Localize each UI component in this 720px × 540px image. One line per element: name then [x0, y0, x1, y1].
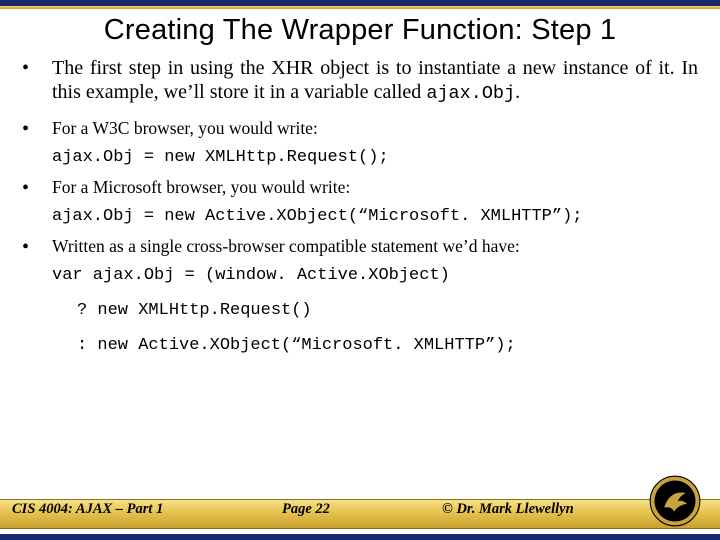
bullet-3-text: For a Microsoft browser, you would write…	[52, 177, 698, 199]
ucf-pegasus-logo-icon	[648, 474, 702, 528]
bullet-1-code: ajax.Obj	[426, 83, 515, 104]
bullet-marker: •	[22, 57, 52, 104]
bullet-2: • For a W3C browser, you would write:	[22, 118, 698, 140]
footer: CIS 4004: AJAX – Part 1 Page 22 © Dr. Ma…	[0, 492, 720, 528]
footer-left: CIS 4004: AJAX – Part 1	[12, 501, 163, 518]
bullet-4: • Written as a single cross-browser comp…	[22, 236, 698, 258]
footer-page: Page 22	[282, 501, 330, 518]
footer-right: © Dr. Mark Llewellyn	[442, 501, 574, 518]
bullet-1-post: .	[515, 81, 520, 103]
bullet-1-pre: The first step in using the XHR object i…	[52, 57, 698, 103]
bullet-marker: •	[22, 177, 52, 199]
accent-bar-top	[0, 6, 720, 9]
bullet-3: • For a Microsoft browser, you would wri…	[22, 177, 698, 199]
bullet-2-text: For a W3C browser, you would write:	[52, 118, 698, 140]
bullet-1-text: The first step in using the XHR object i…	[52, 57, 698, 104]
code-4a: var ajax.Obj = (window. Active.XObject)	[52, 266, 698, 285]
bullet-marker: •	[22, 118, 52, 140]
slide: Creating The Wrapper Function: Step 1 • …	[0, 0, 720, 540]
code-3: ajax.Obj = new Active.XObject(“Microsoft…	[52, 207, 698, 226]
slide-title: Creating The Wrapper Function: Step 1	[0, 14, 720, 47]
bullet-1: • The first step in using the XHR object…	[22, 57, 698, 104]
bullet-4-text: Written as a single cross-browser compat…	[52, 236, 698, 258]
code-2: ajax.Obj = new XMLHttp.Request();	[52, 148, 698, 167]
code-4c: : new Active.XObject(“Microsoft. XMLHTTP…	[77, 336, 698, 355]
code-4b: ? new XMLHttp.Request()	[77, 301, 698, 320]
bullet-marker: •	[22, 236, 52, 258]
slide-body: • The first step in using the XHR object…	[0, 57, 720, 355]
